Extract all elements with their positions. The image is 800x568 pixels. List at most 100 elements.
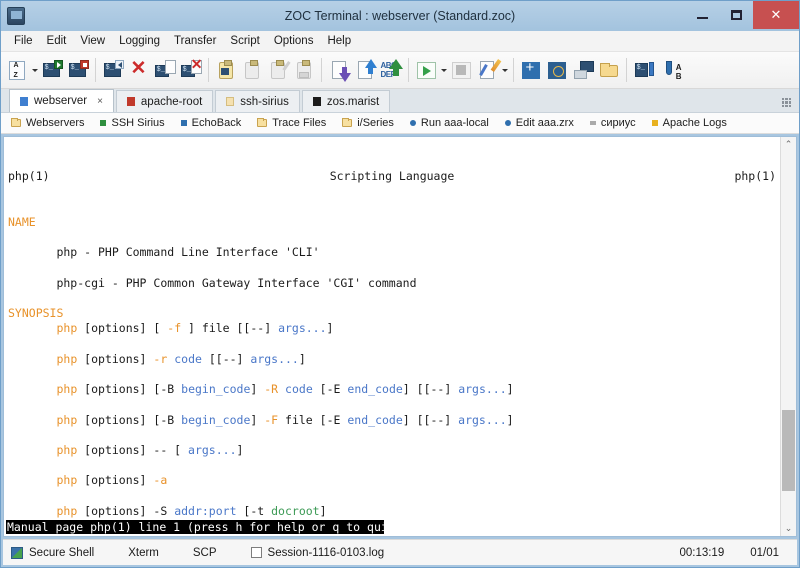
print-screen-icon — [573, 60, 594, 81]
logfile-label: Session-1116-0103.log — [268, 547, 385, 559]
maximize-button[interactable] — [719, 1, 753, 29]
clone-session-button[interactable] — [152, 56, 178, 84]
clipboard-paste-icon — [242, 60, 263, 81]
scroll-up-button[interactable]: ⌃ — [781, 137, 796, 152]
terminal-text — [8, 382, 56, 396]
options-button[interactable] — [544, 56, 570, 84]
quickbar-label: сириус — [601, 117, 636, 129]
stop-script-button[interactable] — [448, 56, 474, 84]
terminal-text: file [ — [278, 413, 326, 427]
tab-label: zos.marist — [327, 96, 379, 108]
terminal-text: begin_code — [181, 382, 250, 396]
quickbar-item-sirius-cyrillic[interactable]: сириус — [590, 117, 636, 129]
session-time: 00:13:19 — [679, 547, 724, 559]
quickbar-item-iseries[interactable]: i/Series — [342, 117, 394, 129]
tab-ssh-sirius[interactable]: ssh-sirius — [215, 90, 300, 112]
dot-icon — [410, 120, 416, 126]
connect-button[interactable] — [39, 56, 65, 84]
terminal-colors-button[interactable] — [631, 56, 657, 84]
terminal-text: ] — [507, 382, 514, 396]
terminal-text — [278, 382, 285, 396]
window-title: ZOC Terminal : webserver (Standard.zoc) — [1, 9, 799, 23]
quickbar-item-ssh-sirius[interactable]: SSH Sirius — [100, 117, 164, 129]
paste-button[interactable] — [239, 56, 265, 84]
delete-session-button[interactable]: ✕ — [178, 56, 204, 84]
menu-transfer[interactable]: Transfer — [167, 33, 223, 49]
menu-options[interactable]: Options — [267, 33, 321, 49]
minimize-button[interactable] — [685, 1, 719, 29]
clipboard-copy-icon — [216, 60, 237, 81]
print-clipboard-button[interactable] — [291, 56, 317, 84]
menu-logging[interactable]: Logging — [112, 33, 167, 49]
tab-webserver[interactable]: webserver × — [9, 89, 114, 112]
terminal-text: begin_code — [181, 413, 250, 427]
font-settings-button[interactable]: AB — [657, 56, 683, 84]
tab-apache-root[interactable]: apache-root — [116, 90, 213, 112]
terminal-text: php — [56, 473, 77, 487]
toolbar-separator — [513, 58, 514, 82]
tab-close-icon[interactable]: × — [97, 96, 103, 107]
folder-icon — [342, 119, 352, 127]
upload-ascii-button[interactable]: ABCDEF — [378, 56, 404, 84]
terminal-text: -E — [327, 382, 341, 396]
quickbar-item-webservers[interactable]: Webservers — [11, 117, 84, 129]
menu-help[interactable]: Help — [320, 33, 358, 49]
quickbar-item-apache-logs[interactable]: Apache Logs — [652, 117, 727, 129]
session-list-button[interactable]: A Z — [4, 56, 30, 84]
quickbar-item-echoback[interactable]: EchoBack — [181, 117, 242, 129]
open-folder-button[interactable] — [596, 56, 622, 84]
terminal-text — [8, 321, 56, 335]
download-button[interactable] — [326, 56, 352, 84]
print-screen-button[interactable] — [570, 56, 596, 84]
menu-script[interactable]: Script — [223, 33, 266, 49]
square-icon — [181, 120, 187, 126]
emulation-status[interactable]: Xterm — [128, 547, 159, 559]
terminal-text: [options] [ — [77, 413, 160, 427]
tab-zos-marist[interactable]: zos.marist — [302, 90, 390, 112]
terminal-text: docroot — [271, 504, 319, 518]
terminal-screen[interactable]: php(1) Scripting Language php(1) NAME ph… — [4, 137, 780, 536]
new-window-button[interactable] — [518, 56, 544, 84]
edit-clipboard-button[interactable] — [265, 56, 291, 84]
upload-button[interactable] — [352, 56, 378, 84]
grid-layout-icon[interactable] — [782, 98, 791, 107]
copy-button[interactable] — [213, 56, 239, 84]
edit-script-caret-icon[interactable] — [500, 56, 509, 84]
logfile-status[interactable]: Session-1116-0103.log — [251, 547, 385, 559]
man-header-center: Scripting Language — [50, 169, 735, 184]
menu-view[interactable]: View — [73, 33, 112, 49]
session-list-caret-icon[interactable] — [30, 56, 39, 84]
terminal-line — [8, 397, 776, 412]
connection-status[interactable]: Secure Shell — [11, 547, 94, 559]
terminal-text: php — [56, 443, 77, 457]
quick-bookmark-bar: Webservers SSH Sirius EchoBack Trace Fil… — [1, 113, 799, 134]
scrollbar-thumb[interactable] — [782, 410, 795, 491]
vertical-scrollbar[interactable]: ⌃ ⌄ — [780, 137, 796, 536]
terminal-text: args... — [458, 382, 506, 396]
terminal-text: [options] -S — [77, 504, 174, 518]
quickbar-item-run-aaa-local[interactable]: Run aaa-local — [410, 117, 489, 129]
run-script-icon — [416, 60, 437, 81]
run-script-button[interactable] — [413, 56, 439, 84]
run-script-caret-icon[interactable] — [439, 56, 448, 84]
scrollbar-track[interactable] — [781, 152, 796, 521]
quickbar-item-edit-aaa-zrx[interactable]: Edit aaa.zrx — [505, 117, 574, 129]
terminal-line — [8, 367, 776, 382]
edit-script-button[interactable] — [474, 56, 500, 84]
title-bar: ZOC Terminal : webserver (Standard.zoc) … — [1, 1, 799, 31]
terminal-text: args... — [250, 352, 298, 366]
toolbar-separator — [321, 58, 322, 82]
menu-file[interactable]: File — [7, 33, 40, 49]
square-icon — [652, 120, 658, 126]
logfile-checkbox[interactable] — [251, 547, 262, 558]
close-session-button[interactable]: ✕ — [126, 56, 152, 84]
disconnect-button[interactable] — [65, 56, 91, 84]
maximize-icon — [731, 10, 742, 20]
menu-edit[interactable]: Edit — [40, 33, 74, 49]
previous-session-button[interactable] — [100, 56, 126, 84]
close-button[interactable]: ✕ — [753, 1, 799, 29]
scroll-down-button[interactable]: ⌄ — [781, 521, 796, 536]
transfer-status[interactable]: SCP — [193, 547, 217, 559]
quickbar-item-trace-files[interactable]: Trace Files — [257, 117, 326, 129]
edit-script-icon — [477, 60, 498, 81]
